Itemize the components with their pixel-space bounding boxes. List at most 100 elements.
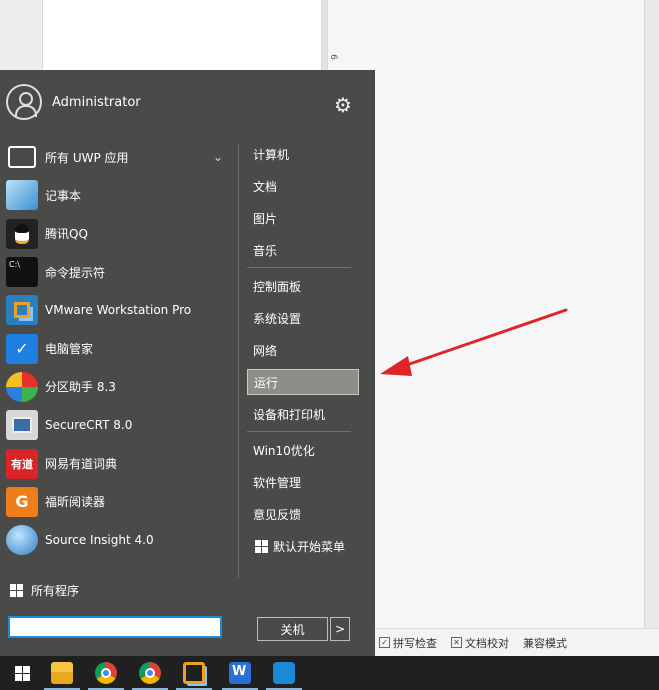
chrome-icon bbox=[95, 662, 117, 684]
app-item[interactable]: 记事本 bbox=[6, 176, 231, 214]
right-menu-item[interactable]: 控制面板 bbox=[247, 270, 359, 302]
user-account[interactable]: Administrator bbox=[6, 84, 141, 120]
right-menu-label: 运行 bbox=[254, 375, 279, 390]
source-insight-icon bbox=[6, 525, 38, 556]
qq-penguin-icon bbox=[6, 218, 38, 249]
shutdown-button[interactable]: 关机 bbox=[257, 617, 328, 641]
start-menu: Administrator ⚙ 所有 UWP 应用 ⌄ 记事本腾讯QQ C:\ 命令提示… bbox=[0, 70, 375, 656]
taskbar-button[interactable]: W bbox=[218, 656, 262, 690]
right-menu-item[interactable]: 默认开始菜单 bbox=[247, 530, 359, 562]
app-label: 福昕阅读器 bbox=[45, 495, 106, 510]
windows-start-icon bbox=[14, 665, 30, 681]
red-arrow-annotation bbox=[380, 308, 568, 376]
right-menu-item[interactable]: 图片 bbox=[247, 202, 359, 234]
taskbar: W bbox=[0, 656, 659, 690]
taskbar-button[interactable] bbox=[40, 656, 84, 690]
right-menu-label: 音乐 bbox=[253, 243, 278, 258]
settings-gear-icon[interactable]: ⚙ bbox=[332, 94, 354, 116]
status-item[interactable]: ✓ 拼写检查 bbox=[379, 635, 437, 651]
chrome-icon bbox=[139, 662, 161, 684]
taskbar-button[interactable] bbox=[128, 656, 172, 690]
shutdown-options-button[interactable]: > bbox=[330, 617, 350, 641]
vmware-icon bbox=[6, 295, 38, 326]
right-menu: 计算机文档图片音乐控制面板系统设置网络运行设备和打印机 Win10优化 软件管理意见… bbox=[247, 138, 359, 562]
right-menu-label: 控制面板 bbox=[253, 279, 302, 294]
app-label: 分区助手 8.3 bbox=[45, 380, 116, 395]
app-label: VMware Workstation Pro bbox=[45, 303, 192, 318]
app-label: 命令提示符 bbox=[45, 265, 106, 280]
app-item[interactable]: C:\ 命令提示符 bbox=[6, 253, 231, 291]
taskbar-button[interactable] bbox=[172, 656, 216, 690]
right-menu-label: 软件管理 bbox=[253, 475, 302, 490]
phone-icon bbox=[273, 662, 295, 684]
windows-logo-icon bbox=[255, 539, 268, 553]
search-input[interactable] bbox=[8, 616, 222, 638]
partition-assistant-icon bbox=[6, 371, 38, 402]
cmd-icon: C:\ bbox=[6, 257, 38, 288]
app-label: 电脑管家 bbox=[45, 342, 94, 357]
app-label: SecureCRT 8.0 bbox=[45, 418, 133, 433]
username: Administrator bbox=[52, 94, 141, 110]
menu-separator bbox=[247, 431, 351, 432]
status-item-label: 拼写检查 bbox=[393, 636, 437, 650]
app-item[interactable]: SecureCRT 8.0 bbox=[6, 406, 231, 444]
right-menu-label: 网络 bbox=[253, 343, 278, 358]
status-item[interactable]: 兼容模式 bbox=[523, 635, 567, 651]
right-menu-item[interactable]: 系统设置 bbox=[247, 302, 359, 334]
right-menu-item[interactable]: 设备和打印机 bbox=[247, 398, 359, 430]
right-menu-label: Win10优化 bbox=[253, 443, 315, 458]
all-programs-label: 所有程序 bbox=[31, 584, 80, 598]
right-menu-label: 图片 bbox=[253, 211, 278, 226]
right-menu-item[interactable]: 软件管理 bbox=[247, 466, 359, 498]
app-label: 网易有道词典 bbox=[45, 457, 118, 472]
app-item[interactable]: Source Insight 4.0 bbox=[6, 521, 231, 559]
file-explorer-icon bbox=[51, 662, 73, 684]
vertical-scrollbar[interactable] bbox=[644, 0, 659, 628]
app-list: 所有 UWP 应用 ⌄ 记事本腾讯QQ C:\ 命令提示符 VMware Workstat… bbox=[6, 138, 231, 559]
ruler-mark: 6 bbox=[327, 54, 338, 60]
app-item[interactable]: 有道 网易有道词典 bbox=[6, 444, 231, 482]
app-item[interactable]: ✓ 电脑管家 bbox=[6, 329, 231, 367]
column-divider bbox=[238, 144, 239, 578]
app-item[interactable]: 腾讯QQ bbox=[6, 215, 231, 253]
app-item[interactable]: VMware Workstation Pro bbox=[6, 291, 231, 329]
right-menu-item[interactable]: 文档 bbox=[247, 170, 359, 202]
right-menu-label: 计算机 bbox=[253, 147, 290, 162]
securecrt-icon bbox=[6, 410, 38, 441]
user-avatar-icon bbox=[6, 84, 42, 120]
pc-manager-shield-icon: ✓ bbox=[6, 333, 38, 364]
status-item-icon: ✕ bbox=[451, 637, 462, 648]
taskbar-button[interactable] bbox=[84, 656, 128, 690]
document-status-bar: ✓ 拼写检查 ✕ 文档校对 兼容模式 bbox=[375, 628, 659, 656]
taskbar-button[interactable] bbox=[0, 656, 44, 690]
right-menu-label: 系统设置 bbox=[253, 311, 302, 326]
status-item-label: 文档校对 bbox=[465, 636, 509, 650]
right-menu-label: 意见反馈 bbox=[253, 507, 302, 522]
right-menu-item[interactable]: Win10优化 bbox=[247, 434, 359, 466]
right-menu-item[interactable]: 音乐 bbox=[247, 234, 359, 266]
all-programs-button[interactable]: 所有程序 bbox=[10, 582, 79, 599]
uwp-apps-icon bbox=[8, 146, 36, 169]
notepad-icon bbox=[6, 180, 38, 211]
status-item[interactable]: ✕ 文档校对 bbox=[451, 635, 509, 651]
app-item[interactable]: 分区助手 8.3 bbox=[6, 368, 231, 406]
status-item-label: 兼容模式 bbox=[523, 636, 567, 650]
app-item[interactable]: G 福昕阅读器 bbox=[6, 483, 231, 521]
document-page bbox=[42, 0, 322, 70]
right-menu-item[interactable]: 计算机 bbox=[247, 138, 359, 170]
right-menu-label: 设备和打印机 bbox=[253, 407, 326, 422]
right-menu-item[interactable]: 运行 bbox=[247, 369, 359, 395]
app-label: 记事本 bbox=[45, 188, 82, 203]
app-label: 所有 UWP 应用 bbox=[45, 150, 129, 165]
windows-logo-icon bbox=[10, 584, 23, 597]
app-item[interactable]: 所有 UWP 应用 ⌄ bbox=[6, 138, 231, 176]
chevron-down-icon[interactable]: ⌄ bbox=[213, 150, 223, 164]
app-label: 腾讯QQ bbox=[45, 227, 88, 242]
taskbar-button[interactable] bbox=[262, 656, 306, 690]
wps-icon: W bbox=[229, 662, 251, 684]
status-item-icon: ✓ bbox=[379, 637, 390, 648]
right-menu-item[interactable]: 意见反馈 bbox=[247, 498, 359, 530]
right-menu-item[interactable]: 网络 bbox=[247, 334, 359, 366]
foxit-reader-icon: G bbox=[6, 486, 38, 517]
vmware-icon bbox=[183, 662, 205, 684]
